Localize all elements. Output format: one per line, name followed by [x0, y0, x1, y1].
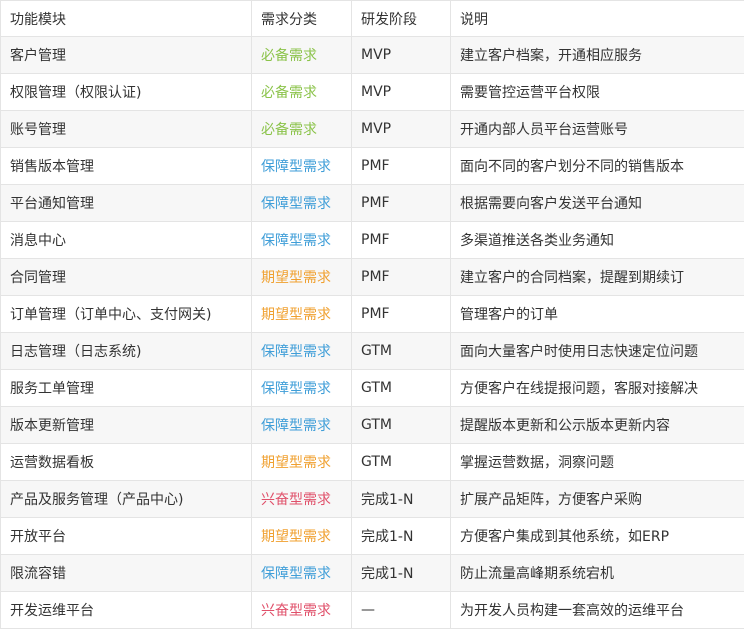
module-cell: 服务工单管理: [0, 369, 252, 407]
table-body: 客户管理 必备需求 MVP 建立客户档案，开通相应服务 权限管理（权限认证) 必备需求 MV…: [0, 36, 744, 629]
stage-cell: GTM: [351, 406, 451, 444]
stage-cell: PMF: [351, 258, 451, 296]
module-cell: 权限管理（权限认证): [0, 73, 252, 111]
category-cell: 保障型需求: [251, 147, 352, 185]
table-row: 客户管理 必备需求 MVP 建立客户档案，开通相应服务: [0, 36, 744, 74]
description-cell: 方便客户集成到其他系统，如ERP: [450, 517, 744, 555]
table-row: 开发运维平台 兴奋型需求 — 为开发人员构建一套高效的运维平台: [0, 591, 744, 629]
header-row: 功能模块 需求分类 研发阶段 说明: [0, 0, 744, 37]
table-row: 限流容错 保障型需求 完成1-N 防止流量高峰期系统宕机: [0, 554, 744, 592]
table-row: 消息中心 保障型需求 PMF 多渠道推送各类业务通知: [0, 221, 744, 259]
category-cell: 期望型需求: [251, 517, 352, 555]
stage-cell: 完成1-N: [351, 554, 451, 592]
description-cell: 建立客户档案，开通相应服务: [450, 36, 744, 74]
module-cell: 销售版本管理: [0, 147, 252, 185]
category-cell: 期望型需求: [251, 295, 352, 333]
stage-cell: —: [351, 591, 451, 629]
stage-cell: 完成1-N: [351, 480, 451, 518]
stage-cell: PMF: [351, 147, 451, 185]
category-cell: 必备需求: [251, 110, 352, 148]
module-cell: 客户管理: [0, 36, 252, 74]
category-cell: 兴奋型需求: [251, 591, 352, 629]
module-cell: 日志管理（日志系统): [0, 332, 252, 370]
module-cell: 限流容错: [0, 554, 252, 592]
module-cell: 合同管理: [0, 258, 252, 296]
description-cell: 多渠道推送各类业务通知: [450, 221, 744, 259]
description-cell: 根据需要向客户发送平台通知: [450, 184, 744, 222]
table-row: 合同管理 期望型需求 PMF 建立客户的合同档案，提醒到期续订: [0, 258, 744, 296]
stage-cell: GTM: [351, 332, 451, 370]
stage-cell: PMF: [351, 221, 451, 259]
module-cell: 账号管理: [0, 110, 252, 148]
description-cell: 为开发人员构建一套高效的运维平台: [450, 591, 744, 629]
description-cell: 面向大量客户时使用日志快速定位问题: [450, 332, 744, 370]
category-cell: 期望型需求: [251, 258, 352, 296]
table-row: 平台通知管理 保障型需求 PMF 根据需要向客户发送平台通知: [0, 184, 744, 222]
description-cell: 管理客户的订单: [450, 295, 744, 333]
stage-cell: PMF: [351, 184, 451, 222]
description-cell: 掌握运营数据，洞察问题: [450, 443, 744, 481]
table-row: 产品及服务管理（产品中心) 兴奋型需求 完成1-N 扩展产品矩阵，方便客户采购: [0, 480, 744, 518]
stage-cell: MVP: [351, 110, 451, 148]
module-cell: 开放平台: [0, 517, 252, 555]
description-cell: 开通内部人员平台运营账号: [450, 110, 744, 148]
category-cell: 保障型需求: [251, 406, 352, 444]
stage-cell: MVP: [351, 73, 451, 111]
table-row: 开放平台 期望型需求 完成1-N 方便客户集成到其他系统，如ERP: [0, 517, 744, 555]
module-cell: 运营数据看板: [0, 443, 252, 481]
header-module: 功能模块: [0, 0, 252, 37]
category-cell: 保障型需求: [251, 369, 352, 407]
category-cell: 保障型需求: [251, 554, 352, 592]
category-cell: 兴奋型需求: [251, 480, 352, 518]
category-cell: 保障型需求: [251, 221, 352, 259]
description-cell: 面向不同的客户划分不同的销售版本: [450, 147, 744, 185]
table-row: 运营数据看板 期望型需求 GTM 掌握运营数据，洞察问题: [0, 443, 744, 481]
category-cell: 期望型需求: [251, 443, 352, 481]
table-row: 账号管理 必备需求 MVP 开通内部人员平台运营账号: [0, 110, 744, 148]
table-row: 销售版本管理 保障型需求 PMF 面向不同的客户划分不同的销售版本: [0, 147, 744, 185]
category-cell: 必备需求: [251, 36, 352, 74]
stage-cell: GTM: [351, 443, 451, 481]
table-row: 订单管理（订单中心、支付网关) 期望型需求 PMF 管理客户的订单: [0, 295, 744, 333]
table-row: 权限管理（权限认证) 必备需求 MVP 需要管控运营平台权限: [0, 73, 744, 111]
module-cell: 订单管理（订单中心、支付网关): [0, 295, 252, 333]
category-cell: 保障型需求: [251, 184, 352, 222]
module-cell: 开发运维平台: [0, 591, 252, 629]
description-cell: 提醒版本更新和公示版本更新内容: [450, 406, 744, 444]
stage-cell: MVP: [351, 36, 451, 74]
table-row: 服务工单管理 保障型需求 GTM 方便客户在线提报问题，客服对接解决: [0, 369, 744, 407]
header-stage: 研发阶段: [351, 0, 451, 37]
header-category: 需求分类: [251, 0, 352, 37]
table-row: 版本更新管理 保障型需求 GTM 提醒版本更新和公示版本更新内容: [0, 406, 744, 444]
table-row: 日志管理（日志系统) 保障型需求 GTM 面向大量客户时使用日志快速定位问题: [0, 332, 744, 370]
stage-cell: PMF: [351, 295, 451, 333]
description-cell: 需要管控运营平台权限: [450, 73, 744, 111]
module-cell: 平台通知管理: [0, 184, 252, 222]
table-header: 功能模块 需求分类 研发阶段 说明: [0, 0, 744, 37]
description-cell: 方便客户在线提报问题，客服对接解决: [450, 369, 744, 407]
stage-cell: GTM: [351, 369, 451, 407]
header-description: 说明: [450, 0, 744, 37]
module-cell: 版本更新管理: [0, 406, 252, 444]
stage-cell: 完成1-N: [351, 517, 451, 555]
category-cell: 保障型需求: [251, 332, 352, 370]
requirements-table: 功能模块 需求分类 研发阶段 说明 客户管理 必备需求 MVP 建立客户档案，开通相应…: [0, 0, 744, 629]
description-cell: 建立客户的合同档案，提醒到期续订: [450, 258, 744, 296]
description-cell: 扩展产品矩阵，方便客户采购: [450, 480, 744, 518]
category-cell: 必备需求: [251, 73, 352, 111]
module-cell: 产品及服务管理（产品中心): [0, 480, 252, 518]
description-cell: 防止流量高峰期系统宕机: [450, 554, 744, 592]
module-cell: 消息中心: [0, 221, 252, 259]
